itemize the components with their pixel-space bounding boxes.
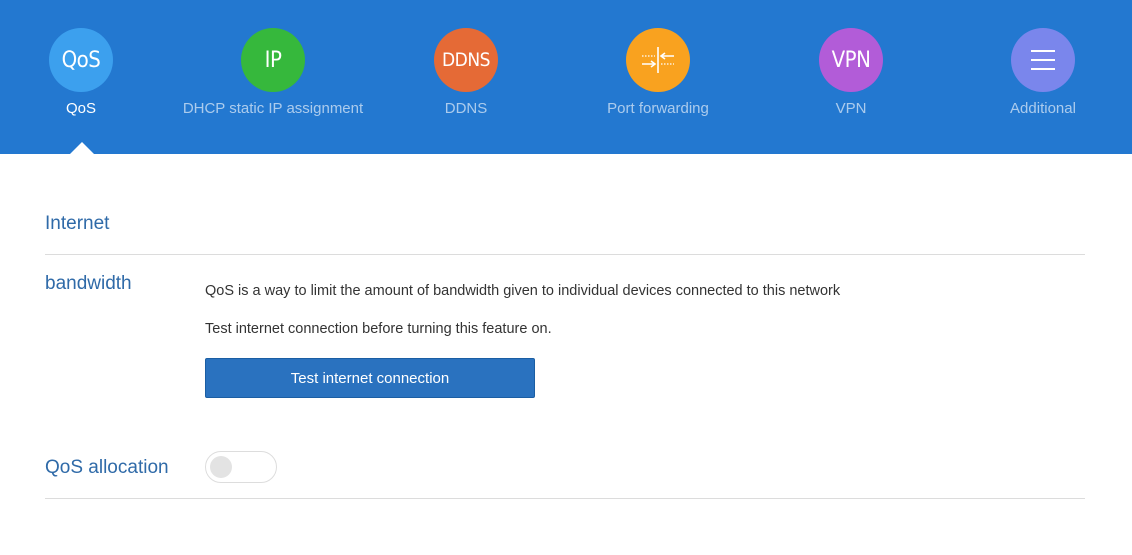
nav-item-port-forwarding[interactable]: Port forwarding: [548, 28, 768, 117]
qos-allocation-toggle[interactable]: [205, 451, 277, 483]
nav-item-dhcp-static-ip[interactable]: IP DHCP static IP assignment: [163, 28, 383, 117]
test-connection-note: Test internet connection before turning …: [205, 321, 552, 337]
test-internet-connection-button[interactable]: Test internet connection: [205, 358, 535, 398]
ip-icon: IP: [241, 28, 305, 92]
port-forwarding-icon: [626, 28, 690, 92]
qos-description: QoS is a way to limit the amount of band…: [205, 283, 841, 299]
internet-section-title: Internet: [45, 213, 110, 234]
nav-label-ddns: DDNS: [444, 100, 488, 117]
qos-icon-text: QoS: [61, 47, 101, 73]
ddns-icon: DDNS: [434, 28, 498, 92]
nav-label-additional: Additional: [1010, 100, 1076, 117]
ip-icon-text: IP: [264, 47, 282, 73]
vpn-icon-text: VPN: [831, 47, 871, 73]
nav-item-additional[interactable]: Additional: [933, 28, 1132, 117]
ddns-icon-text: DDNS: [442, 49, 490, 71]
qos-allocation-title: QoS allocation: [45, 457, 169, 478]
bottom-divider: [45, 498, 1085, 499]
nav-item-ddns[interactable]: DDNS DDNS: [356, 28, 576, 117]
top-nav-bar: QoS QoS IP DHCP static IP assignment DDN…: [0, 0, 1132, 154]
toggle-knob: [210, 456, 232, 478]
qos-icon: QoS: [49, 28, 113, 92]
nav-label-dhcp-static-ip: DHCP static IP assignment: [182, 100, 364, 117]
nav-item-vpn[interactable]: VPN VPN: [741, 28, 961, 117]
bandwidth-section-title: bandwidth: [45, 273, 132, 294]
vpn-icon: VPN: [819, 28, 883, 92]
nav-label-vpn: VPN: [835, 100, 867, 117]
section-divider: [45, 254, 1085, 255]
nav-label-port-forwarding: Port forwarding: [607, 100, 709, 117]
active-tab-indicator: [70, 142, 94, 154]
menu-icon: [1011, 28, 1075, 92]
